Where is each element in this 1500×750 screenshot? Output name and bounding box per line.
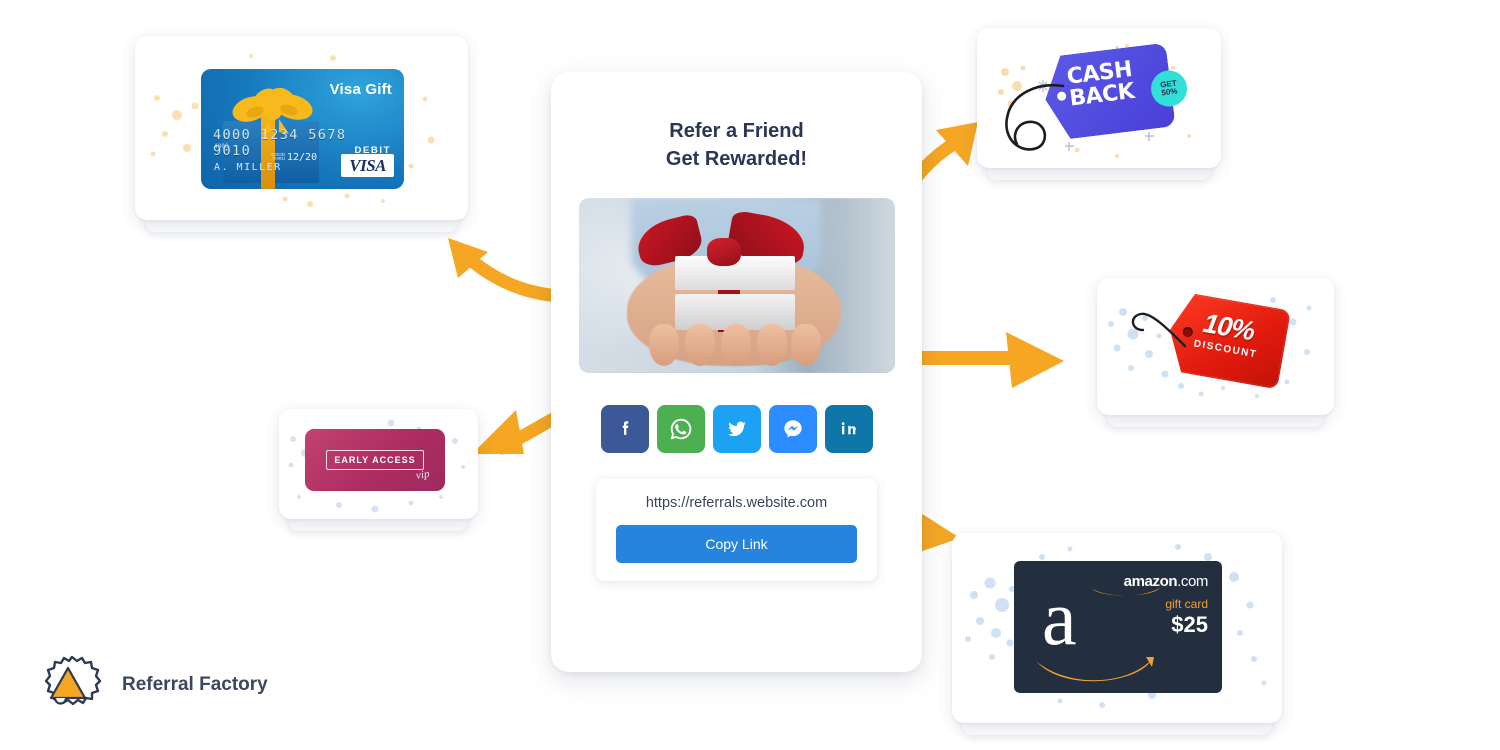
whatsapp-icon [670, 418, 691, 440]
reward-card-amazon: amazon.com gift card $25 a [952, 533, 1282, 735]
megaphone-starburst-icon [44, 655, 102, 706]
card-face: 10% DISCOUNT [1097, 278, 1334, 415]
card-face: EARLY ACCESS vip [279, 409, 478, 519]
cash-back-string-icon [1005, 83, 1065, 151]
amazon-smile-icon [1036, 657, 1154, 682]
amazon-a-glyph: a [1042, 574, 1077, 661]
twitter-icon [727, 421, 746, 437]
card-face: Visa Gift 4000 1234 5678 9010 4000 DEBIT… [135, 36, 468, 220]
referral-link-url[interactable]: https://referrals.website.com [616, 495, 857, 511]
reward-card-visa-gift: Visa Gift 4000 1234 5678 9010 4000 DEBIT… [135, 36, 468, 232]
visa-good-thru-label: GOOD THRU [271, 151, 285, 162]
cash-back-badge-line2: 50% [1160, 86, 1178, 98]
share-button-linkedin[interactable] [824, 405, 873, 454]
reward-card-cash-back: CASH BACK GET 50% [977, 28, 1221, 180]
amazon-brand-block: amazon.com gift card $25 [1124, 573, 1209, 638]
hero-gift-image [578, 198, 895, 374]
share-button-facebook[interactable] [600, 405, 649, 454]
referral-widget-card: Refer a Friend Get Rewarded! https://ref… [551, 72, 922, 672]
reward-card-discount: 10% DISCOUNT [1097, 278, 1334, 427]
card-face: CASH BACK GET 50% [977, 28, 1221, 168]
amazon-card-plate: amazon.com gift card $25 a [1014, 561, 1222, 693]
visa-cardholder-name: A. MILLER [214, 162, 282, 173]
hero-bow-knot [706, 238, 741, 267]
widget-title-line2: Get Rewarded! [665, 147, 808, 170]
reward-card-early-access: EARLY ACCESS vip [279, 409, 478, 531]
widget-title: Refer a Friend Get Rewarded! [551, 72, 922, 173]
share-button-whatsapp[interactable] [656, 405, 705, 454]
widget-title-line1: Refer a Friend [669, 120, 804, 142]
early-access-label: EARLY ACCESS [326, 450, 424, 470]
share-button-twitter[interactable] [712, 405, 761, 454]
social-share-row [551, 405, 922, 454]
brand-name: Referral Factory [122, 674, 268, 695]
discount-string-icon [1131, 312, 1187, 348]
amazon-brand-smile-icon [1092, 588, 1160, 596]
visa-expiry: 12/20 [287, 152, 318, 163]
early-access-plate: EARLY ACCESS vip [305, 429, 445, 491]
linkedin-icon [841, 422, 856, 435]
amazon-amount: $25 [1171, 612, 1208, 637]
referral-link-box: https://referrals.website.com Copy Link [596, 479, 877, 582]
referral-promo-canvas: Visa Gift 4000 1234 5678 9010 4000 DEBIT… [0, 0, 1500, 750]
visa-title: Visa Gift [329, 81, 392, 98]
visa-card-plate: Visa Gift 4000 1234 5678 9010 4000 DEBIT… [201, 69, 404, 189]
copy-link-button[interactable]: Copy Link [616, 525, 857, 564]
card-face: amazon.com gift card $25 a [952, 533, 1282, 723]
early-access-vip-script: vip [414, 468, 430, 482]
hero-fingers [648, 324, 821, 368]
amazon-tld: .com [1177, 573, 1208, 590]
facebook-icon [622, 421, 628, 436]
share-button-messenger[interactable] [768, 405, 817, 454]
messenger-icon [783, 420, 802, 438]
visa-brand-logo: VISA [341, 154, 394, 177]
brand-footer: Referral Factory [42, 654, 268, 716]
visa-short-number: 4000 [214, 143, 229, 150]
